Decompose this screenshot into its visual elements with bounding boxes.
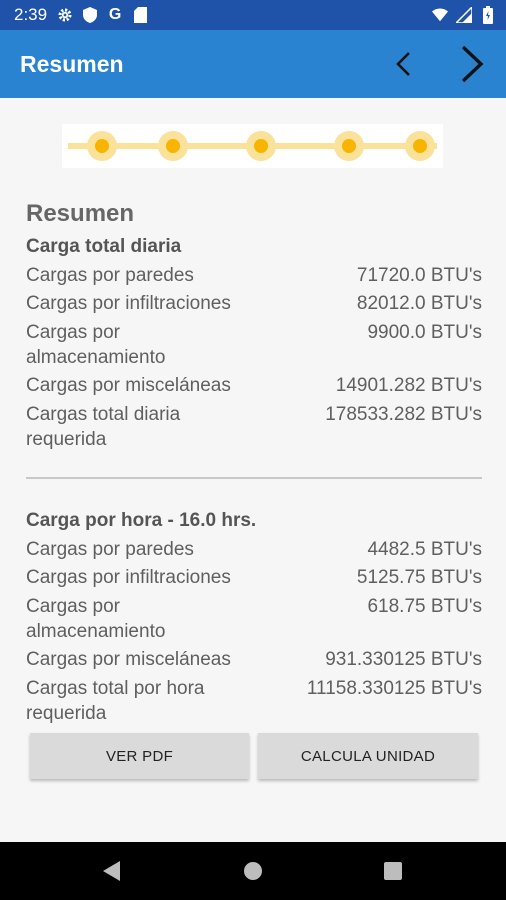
progress-stepper [62,124,443,168]
daily-row: Cargas por misceláneas 14901.282 BTU's [26,373,482,398]
row-label: Cargas total por hora requerida [26,678,205,724]
step-5-dot [405,131,435,161]
summary-heading: Resumen [26,200,135,227]
back-icon [103,861,120,881]
row-value: 11158.330125 BTU's [306,678,482,699]
row-label: Cargas por misceláneas [26,375,231,396]
row-label: Cargas por infiltraciones [26,567,231,588]
step-2-dot [158,131,188,161]
row-value: 931.330125 BTU's [325,649,482,670]
page-title: Resumen [20,50,124,77]
step-4-dot [334,131,364,161]
row-value: 5125.75 BTU's [356,567,482,588]
row-value: 71720.0 BTU's [356,265,482,286]
row-label: Cargas por paredes [26,539,194,560]
wifi-icon [432,7,448,23]
row-value: 14901.282 BTU's [335,375,482,396]
hourly-row: Cargas por almacenamiento 618.75 BTU's [26,594,482,644]
chevron-right-icon [461,45,484,83]
status-time: 2:39 [14,5,48,24]
hourly-row: Cargas por misceláneas 931.330125 BTU's [26,647,482,672]
home-button[interactable] [233,842,273,900]
row-value: 618.75 BTU's [367,596,482,617]
row-label: Cargas por almacenamiento [26,596,166,642]
calculate-unit-button[interactable]: CALCULA UNIDAD [258,733,478,779]
hourly-row: Cargas por paredes 4482.5 BTU's [26,537,482,562]
next-button[interactable] [452,30,492,98]
row-label: Cargas por paredes [26,265,194,286]
daily-row: Cargas por infiltraciones 82012.0 BTU's [26,291,482,316]
row-label: Cargas por infiltraciones [26,293,231,314]
recent-apps-icon [384,862,402,880]
sd-card-icon [132,7,148,23]
row-label: Cargas total diaria requerida [26,404,181,450]
settings-icon [57,7,73,23]
row-value: 82012.0 BTU's [356,293,482,314]
daily-row: Cargas por almacenamiento 9900.0 BTU's [26,320,482,370]
app-bar: Resumen [0,30,506,98]
row-value: 4482.5 BTU's [367,539,482,560]
previous-button[interactable] [386,30,420,98]
daily-row: Cargas total diaria requerida 178533.282… [26,402,482,452]
battery-icon [480,6,496,24]
row-value: 9900.0 BTU's [367,322,482,343]
chevron-left-icon [396,52,410,76]
status-bar: 2:39 G [0,0,506,30]
recent-apps-button[interactable] [373,842,413,900]
daily-row: Cargas por paredes 71720.0 BTU's [26,263,482,288]
row-label: Cargas por almacenamiento [26,322,166,368]
hourly-row: Cargas por infiltraciones 5125.75 BTU's [26,565,482,590]
signal-icon [456,7,472,23]
section-divider [26,477,482,479]
view-pdf-button[interactable]: VER PDF [30,733,249,779]
hourly-row: Cargas total por hora requerida 11158.33… [26,676,482,726]
step-1-dot [87,131,117,161]
home-icon [244,862,262,880]
google-icon: G [108,6,122,23]
navigation-bar [0,842,506,900]
row-label: Cargas por misceláneas [26,649,231,670]
daily-load-title: Carga total diaria [26,236,182,257]
row-value: 178533.282 BTU's [325,404,482,425]
back-button[interactable] [92,842,132,900]
step-3-dot [246,131,276,161]
shield-icon [82,7,98,23]
hourly-load-title: Carga por hora - 16.0 hrs. [26,510,257,531]
